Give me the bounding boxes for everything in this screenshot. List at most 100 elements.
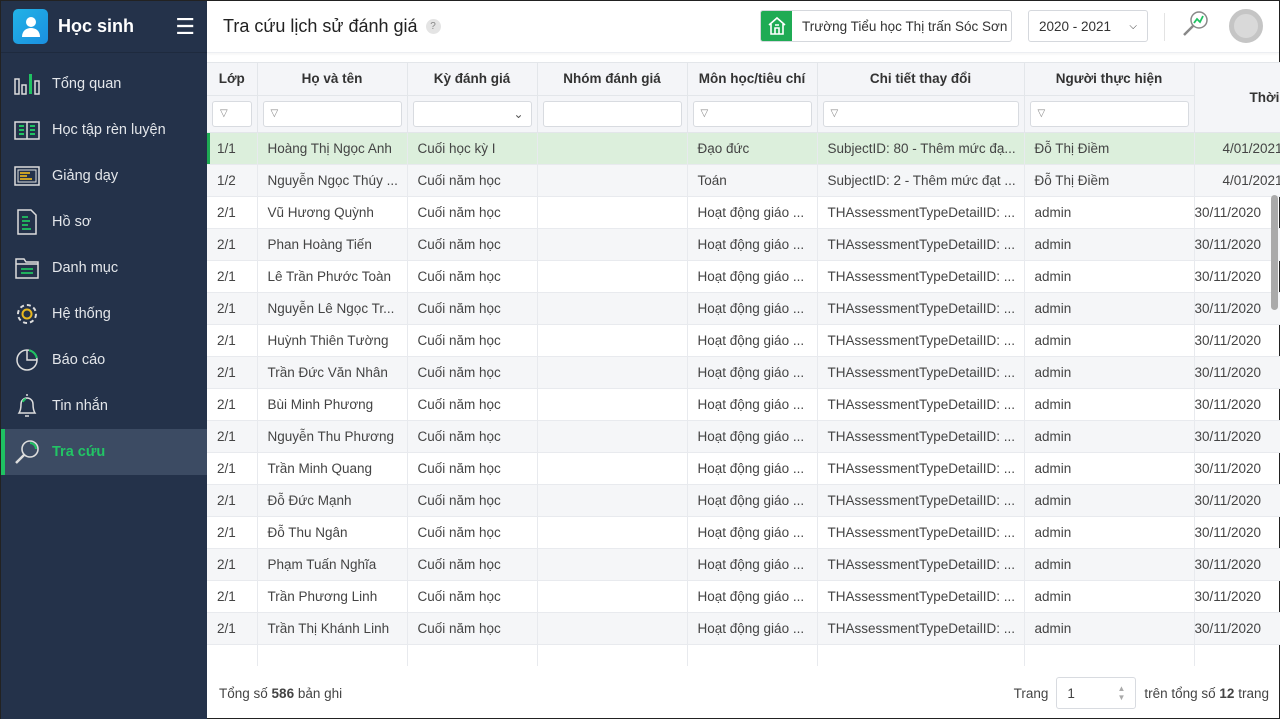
table-row[interactable]: 2/1 Bùi Minh Phương Cuối năm học Hoạt động …	[207, 388, 1280, 421]
sidebar-item-5[interactable]: Hệ thống	[1, 291, 207, 337]
filter-input[interactable]: ⌄	[412, 100, 532, 127]
table-row[interactable]: 2/1 Đỗ Thu Ngân Cuối năm học Hoạt động giáo…	[207, 516, 1280, 549]
sidebar-item-label: Tổng quan	[52, 76, 122, 92]
column-header[interactable]: Kỳ đánh giá	[407, 63, 538, 96]
table-cell: 30/11/2020	[1194, 228, 1280, 261]
table-row[interactable]	[207, 644, 1280, 666]
table-cell: Nguyễn Thu Phương	[257, 420, 408, 453]
table-cell: Hoàng Thị Ngọc Anh	[257, 132, 408, 165]
table-row[interactable]: 2/1 Trần Phương Linh Cuối năm học Hoạt động…	[207, 580, 1280, 613]
table-cell: Cuối năm học	[407, 292, 538, 325]
filter-input[interactable]: ▽	[692, 100, 812, 127]
column-header[interactable]: Người thực hiện	[1024, 63, 1195, 96]
table-cell: 2/1	[207, 516, 258, 549]
table-row[interactable]: 2/1 Nguyễn Thu Phương Cuối năm học Hoạt độn…	[207, 420, 1280, 453]
column-header[interactable]: Thời	[1194, 63, 1280, 133]
table-cell: 30/11/2020	[1194, 356, 1280, 389]
filter-input[interactable]: ▽	[822, 100, 1019, 127]
column-header[interactable]: Nhóm đánh giá	[537, 63, 688, 96]
column-header[interactable]: Môn học/tiêu chí	[687, 63, 818, 96]
table-cell: 1/1	[207, 132, 258, 165]
table-cell: 30/11/2020	[1194, 292, 1280, 325]
sidebar-item-6[interactable]: Báo cáo	[1, 337, 207, 383]
sidebar-item-0[interactable]: Tổng quan	[1, 61, 207, 107]
table-cell: 2/1	[207, 420, 258, 453]
table-cell: Đỗ Thị Điềm	[1024, 132, 1195, 165]
table-cell: Phạm Tuấn Nghĩa	[257, 548, 408, 581]
table-cell: THAssessmentTypeDetailID: ...	[817, 420, 1025, 453]
page-title: Tra cứu lịch sử đánh giá	[223, 16, 418, 36]
table-cell: Đỗ Đức Mạnh	[257, 484, 408, 517]
sidebar-item-3[interactable]: Hồ sơ	[1, 199, 207, 245]
table-row[interactable]: 2/1 Trần Đức Văn Nhân Cuối năm học Hoạt độn…	[207, 356, 1280, 389]
app-title: Học sinh	[58, 16, 135, 36]
help-icon[interactable]: ?	[425, 19, 441, 34]
column-filter[interactable]: ▽	[257, 95, 408, 133]
table-row[interactable]: 2/1 Lê Trần Phước Toàn Cuối năm học Hoạt độ…	[207, 260, 1280, 293]
user-avatar[interactable]	[1229, 9, 1263, 43]
table-row[interactable]: 2/1 Huỳnh Thiên Tường Cuối năm học Hoạt độn…	[207, 324, 1280, 357]
school-selector[interactable]: Trường Tiểu học Thị trấn Sóc Sơn	[760, 10, 1012, 42]
board-icon	[13, 162, 41, 190]
sidebar-item-label: Danh mục	[52, 260, 119, 276]
lookup-chart-icon[interactable]	[1180, 9, 1210, 42]
filter-input[interactable]: ▽	[1029, 100, 1189, 127]
app-window: Học sinh ☰ Tổng quan Học tập rèn luyện Giả…	[0, 0, 1280, 719]
table-row[interactable]: 2/1 Phan Hoàng Tiến Cuối năm học Hoạt động …	[207, 228, 1280, 261]
filter-input[interactable]: ▽	[212, 100, 252, 127]
filter-input[interactable]	[542, 100, 682, 127]
gear-icon	[13, 300, 41, 328]
column-header[interactable]: Lớp	[207, 63, 258, 96]
sidebar-item-label: Tra cứu	[52, 444, 106, 460]
sidebar-item-label: Giảng dạy	[52, 168, 119, 184]
table-cell: Hoạt động giáo ...	[687, 292, 818, 325]
school-year-select[interactable]: 2020 - 2021 ⌵	[1028, 10, 1148, 42]
grid-footer: Tổng số 586 bản ghi Trang 1 ▲ ▼ trên tổng …	[207, 666, 1280, 719]
column-filter[interactable]: ▽	[817, 95, 1025, 133]
spinner-icon[interactable]: ▲ ▼	[1117, 684, 1125, 702]
school-home-icon	[761, 11, 792, 41]
column-filter[interactable]: ⌄	[407, 95, 538, 133]
table-cell: THAssessmentTypeDetailID: ...	[817, 228, 1025, 261]
sidebar-item-1[interactable]: Học tập rèn luyện	[1, 107, 207, 153]
sidebar-item-2[interactable]: Giảng dạy	[1, 153, 207, 199]
column-filter[interactable]: ▽	[207, 95, 258, 133]
column-filter[interactable]: ▽	[687, 95, 818, 133]
table-cell: THAssessmentTypeDetailID: ...	[817, 548, 1025, 581]
sidebar-item-7[interactable]: Tin nhắn	[1, 383, 207, 429]
table-row[interactable]: 1/2 Nguyễn Ngọc Thúy ... Cuối năm học Toán S…	[207, 164, 1280, 197]
column-header[interactable]: Chi tiết thay đổi	[817, 63, 1025, 96]
table-cell	[1024, 644, 1195, 666]
filter-input[interactable]: ▽	[262, 100, 402, 127]
table-row[interactable]: 2/1 Vũ Hương Quỳnh Cuối năm học Hoạt động g…	[207, 196, 1280, 229]
table-cell: Cuối năm học	[407, 484, 538, 517]
vertical-scrollbar[interactable]	[1271, 195, 1278, 310]
pie-chart-icon	[13, 346, 41, 374]
table-row[interactable]: 2/1 Trần Minh Quang Cuối năm học Hoạt động …	[207, 452, 1280, 485]
table-cell: admin	[1024, 196, 1195, 229]
table-cell: Cuối năm học	[407, 388, 538, 421]
table-row[interactable]: 2/1 Phạm Tuấn Nghĩa Cuối năm học Hoạt động …	[207, 548, 1280, 581]
table-cell	[537, 388, 688, 421]
table-cell: Cuối năm học	[407, 196, 538, 229]
table-cell: THAssessmentTypeDetailID: ...	[817, 580, 1025, 613]
table-cell: 2/1	[207, 324, 258, 357]
table-cell: THAssessmentTypeDetailID: ...	[817, 452, 1025, 485]
topbar: Tra cứu lịch sử đánh giá ? Trường Tiểu h…	[207, 1, 1279, 53]
table-cell: 4/01/2021	[1194, 164, 1280, 197]
table-cell	[257, 644, 408, 666]
table-row[interactable]: 2/1 Đỗ Đức Mạnh Cuối năm học Hoạt động giáo…	[207, 484, 1280, 517]
menu-toggle-icon[interactable]: ☰	[175, 14, 195, 40]
table-row[interactable]: 2/1 Nguyễn Lê Ngọc Tr... Cuối năm học Hoạt …	[207, 292, 1280, 325]
sidebar-item-8[interactable]: Tra cứu	[1, 429, 207, 475]
sidebar-item-4[interactable]: Danh mục	[1, 245, 207, 291]
table-row[interactable]: 2/1 Trần Thị Khánh Linh Cuối năm học Hoạt đ…	[207, 612, 1280, 645]
page-number-input[interactable]: 1 ▲ ▼	[1056, 677, 1137, 709]
table-cell: Hoạt động giáo ...	[687, 324, 818, 357]
column-filter[interactable]	[537, 95, 688, 133]
table-cell	[537, 356, 688, 389]
column-filter[interactable]: ▽	[1024, 95, 1195, 133]
bar-chart-icon	[13, 70, 41, 98]
table-row[interactable]: 1/1 Hoàng Thị Ngọc Anh Cuối học kỳ I Đạo đứ…	[207, 132, 1280, 165]
column-header[interactable]: Họ và tên	[257, 63, 408, 96]
